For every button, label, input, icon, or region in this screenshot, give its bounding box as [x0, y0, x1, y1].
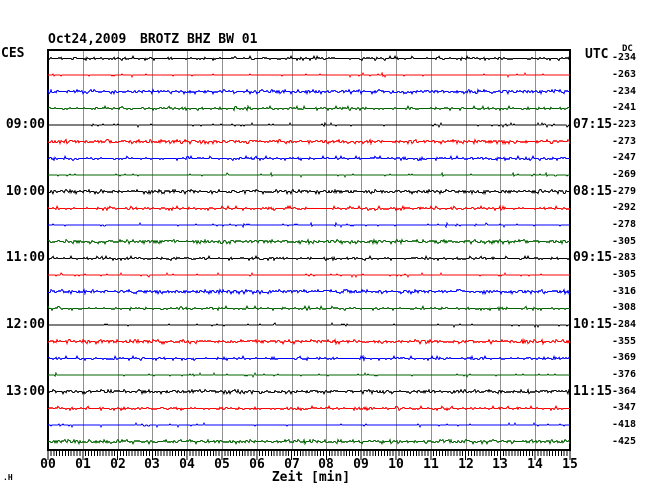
dc-value: -241 — [612, 103, 636, 113]
title-station: BROTZ BHZ BW 01 — [140, 33, 257, 46]
x-tick-label: 00 — [35, 458, 61, 471]
right-utc-label: 08:15 — [573, 185, 612, 198]
dc-value: -273 — [612, 137, 636, 147]
right-utc-label: 11:15 — [573, 385, 612, 398]
x-tick-label: 11 — [418, 458, 444, 471]
x-tick-label: 03 — [139, 458, 165, 471]
left-axis-title-ces: CES — [1, 47, 24, 60]
helicorder-plot-canvas — [0, 0, 650, 494]
x-tick-label: 13 — [487, 458, 513, 471]
dc-value: -234 — [612, 87, 636, 97]
dc-value: -305 — [612, 270, 636, 280]
dc-value: -355 — [612, 337, 636, 347]
dc-value: -234 — [612, 53, 636, 63]
dc-value: -347 — [612, 403, 636, 413]
dc-value: -247 — [612, 153, 636, 163]
dc-value: -278 — [612, 220, 636, 230]
dc-value: -292 — [612, 203, 636, 213]
dc-value: -279 — [612, 187, 636, 197]
left-hour-label: 12:00 — [0, 318, 45, 331]
x-tick-label: 14 — [522, 458, 548, 471]
right-utc-label: 10:15 — [573, 318, 612, 331]
dc-value: -223 — [612, 120, 636, 130]
left-hour-label: 13:00 — [0, 385, 45, 398]
right-utc-label: 07:15 — [573, 118, 612, 131]
x-tick-label: 06 — [244, 458, 270, 471]
dc-value: -284 — [612, 320, 636, 330]
left-hour-label: 10:00 — [0, 185, 45, 198]
x-tick-label: 02 — [105, 458, 131, 471]
dc-value: -283 — [612, 253, 636, 263]
corner-watermark: .H — [3, 474, 13, 482]
title-date: Oct24,2009 — [48, 33, 126, 46]
dc-value: -418 — [612, 420, 636, 430]
x-tick-label: 12 — [453, 458, 479, 471]
helicorder-screen: Oct24,2009 BROTZ BHZ BW 01 CES UTC DC 09… — [0, 0, 650, 494]
x-tick-label: 04 — [174, 458, 200, 471]
dc-value: -269 — [612, 170, 636, 180]
right-utc-label: 09:15 — [573, 251, 612, 264]
x-tick-label: 10 — [383, 458, 409, 471]
left-hour-label: 11:00 — [0, 251, 45, 264]
x-tick-label: 09 — [348, 458, 374, 471]
x-axis-title: Zeit [min] — [264, 471, 358, 484]
dc-value: -376 — [612, 370, 636, 380]
dc-value: -308 — [612, 303, 636, 313]
left-hour-label: 09:00 — [0, 118, 45, 131]
dc-value: -316 — [612, 287, 636, 297]
dc-value: -369 — [612, 353, 636, 363]
dc-value: -425 — [612, 437, 636, 447]
dc-value: -364 — [612, 387, 636, 397]
right-axis-title-utc: UTC — [585, 48, 608, 61]
dc-value: -305 — [612, 237, 636, 247]
dc-value: -263 — [612, 70, 636, 80]
x-tick-label: 05 — [209, 458, 235, 471]
x-tick-label: 15 — [557, 458, 583, 471]
x-tick-label: 01 — [70, 458, 96, 471]
